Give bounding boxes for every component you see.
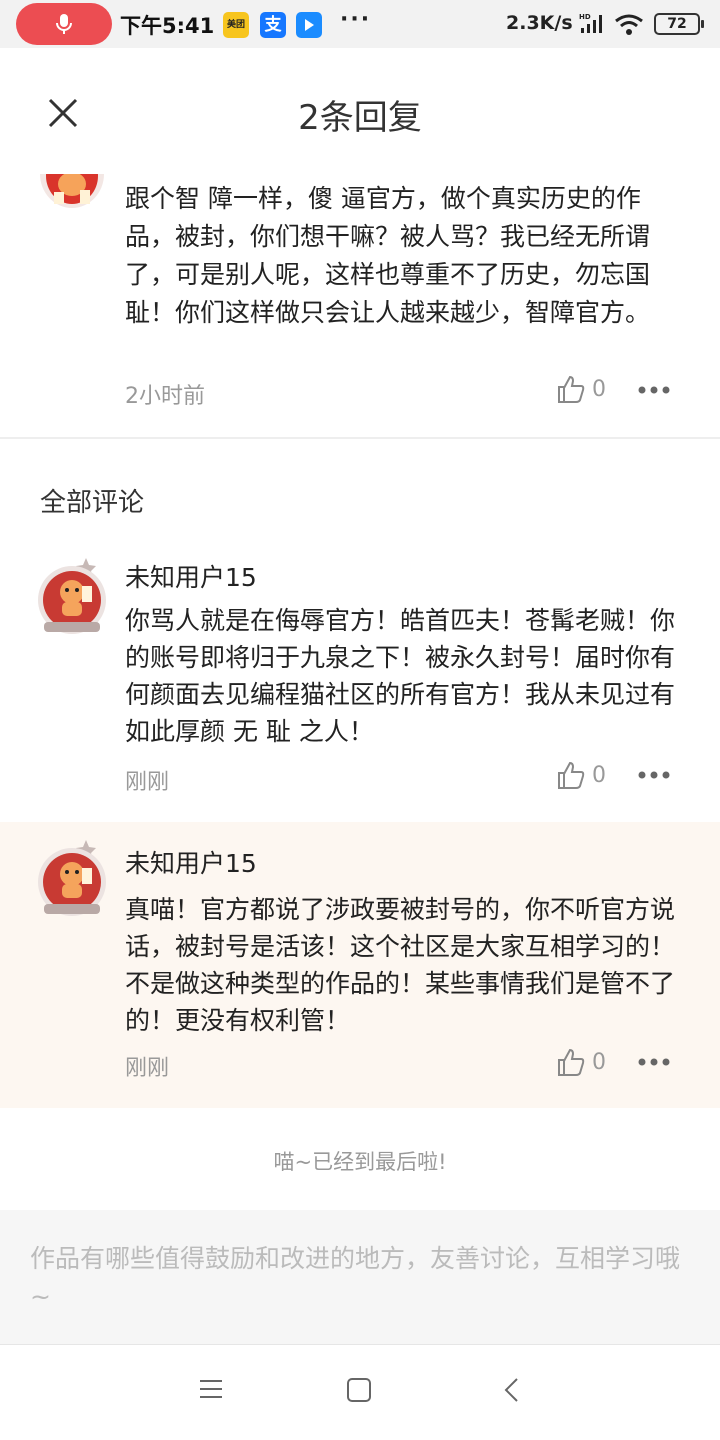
comment-input-placeholder: 作品有哪些值得鼓励和改进的地方，友善讨论，互相学习哦~ — [30, 1244, 681, 1311]
back-icon[interactable] — [500, 1377, 524, 1403]
voice-record-button[interactable] — [16, 3, 112, 45]
user-avatar[interactable] — [36, 556, 108, 636]
more-options-icon[interactable] — [637, 770, 671, 780]
original-like-button[interactable]: 0 — [556, 374, 606, 404]
system-nav-bar — [0, 1344, 720, 1440]
svg-text:HD: HD — [579, 13, 591, 21]
comment-text: 真喵！官方都说了涉政要被封号的，你不听官方说话，被封号是活该！这个社区是大家互相… — [125, 895, 676, 1035]
comment-text: 你骂人就是在侮辱官方！皓首匹夫！苍髯老贼！你的账号即将归于九泉之下！被永久封号！… — [125, 606, 676, 746]
comment-time: 刚刚 — [125, 770, 170, 795]
more-options-icon[interactable] — [637, 1057, 671, 1067]
more-options-icon[interactable] — [637, 385, 671, 395]
comment-time: 刚刚 — [125, 1056, 170, 1081]
comment-item: 未知用户15 你骂人就是在侮辱官方！皓首匹夫！苍髯老贼！你的账号即将归于九泉之下… — [0, 540, 720, 822]
comment-username[interactable]: 未知用户15 — [125, 558, 257, 594]
alipay-app-icon: 支 — [260, 12, 286, 38]
thumbs-up-icon — [558, 761, 585, 789]
microphone-icon — [56, 14, 72, 34]
original-author-avatar[interactable] — [40, 174, 104, 210]
like-count: 0 — [592, 1049, 606, 1075]
status-time: 下午5:41 — [120, 14, 215, 38]
battery-indicator: 72 — [654, 13, 704, 35]
home-icon[interactable] — [346, 1377, 372, 1403]
cell-signal-icon: HD — [579, 13, 602, 33]
end-of-list-note: 喵~已经到最后啦! — [273, 1150, 447, 1174]
meituan-app-icon: 美团 — [223, 12, 249, 38]
status-bar: 下午5:41 美团 支 ··· 2.3K/s HD 72 — [0, 0, 720, 48]
page-title: 2条回复 — [298, 98, 422, 138]
navigation-app-icon — [296, 12, 322, 38]
original-comment-text: 跟个智 障一样，傻 逼官方，做个真实历史的作品，被封，你们想干嘛？被人骂？我已经… — [125, 184, 651, 327]
user-avatar[interactable] — [36, 838, 108, 918]
comment-input[interactable]: 作品有哪些值得鼓励和改进的地方，友善讨论，互相学习哦~ — [0, 1210, 720, 1344]
menu-icon[interactable] — [198, 1377, 224, 1401]
comment-item: 未知用户15 真喵！官方都说了涉政要被封号的，你不听官方说话，被封号是活该！这个… — [0, 822, 720, 1108]
original-comment-time: 2小时前 — [125, 384, 205, 409]
thumbs-up-icon — [558, 1048, 585, 1076]
like-button[interactable]: 0 — [556, 760, 606, 790]
like-button[interactable]: 0 — [556, 1047, 606, 1077]
more-notifications-icon: ··· — [340, 7, 372, 32]
header: 2条回复 — [0, 48, 720, 174]
wifi-icon — [615, 14, 643, 35]
section-title: 全部评论 — [40, 488, 145, 518]
divider — [0, 437, 720, 439]
network-speed: 2.3K/s — [506, 12, 573, 34]
thumbs-up-icon — [558, 375, 585, 403]
comment-username[interactable]: 未知用户15 — [125, 844, 257, 880]
like-count: 0 — [592, 762, 606, 788]
like-count: 0 — [592, 376, 606, 402]
